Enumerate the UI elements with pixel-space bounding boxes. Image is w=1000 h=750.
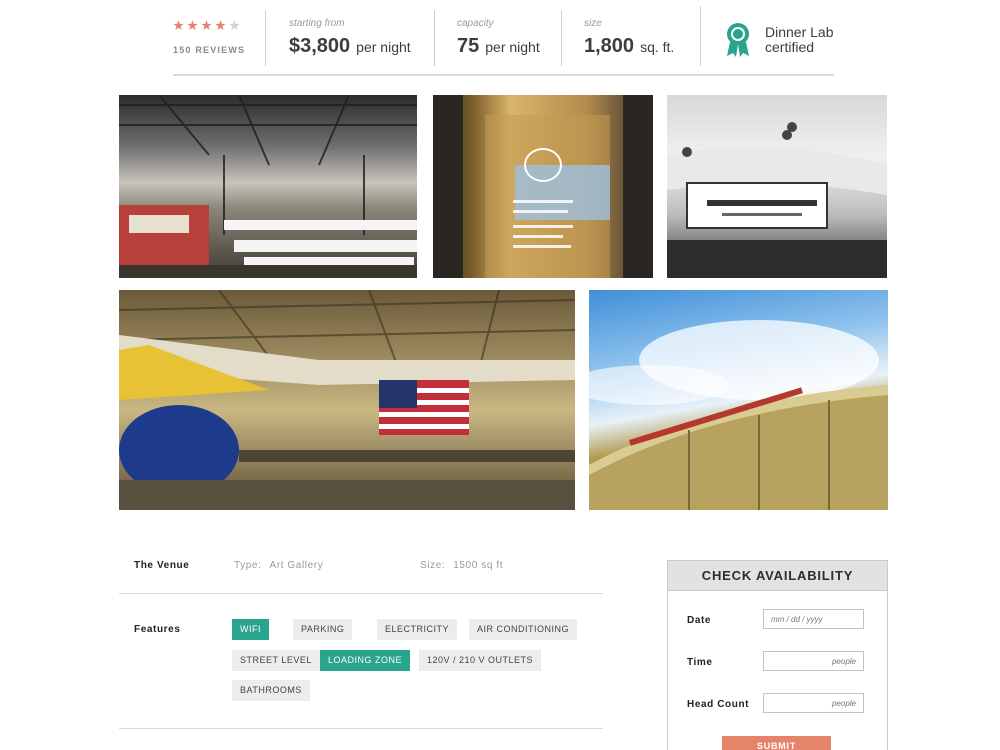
head-count-label: Head Count — [687, 699, 750, 710]
price-unit: per night — [356, 39, 411, 55]
star-empty-icon — [229, 20, 240, 31]
cert-line-2: certified — [765, 39, 815, 55]
time-label: Time — [687, 657, 713, 668]
venue-summary: The Venue Type: Art Gallery Size: 1500 sq … — [119, 548, 603, 594]
features-section: Features WIFI PARKING ELECTRICITY AIR CO… — [119, 595, 603, 729]
capacity-stat-label: capacity — [457, 18, 494, 29]
feature-tag-parking[interactable]: PARKING — [293, 619, 353, 640]
award-ribbon-icon — [725, 22, 751, 58]
feature-tag-electricity[interactable]: ELECTRICITY — [377, 619, 458, 640]
submit-button[interactable]: SUBMIT — [722, 736, 831, 750]
divider — [561, 10, 562, 66]
size-stat: size 1,800 sq. ft. — [584, 18, 674, 58]
capacity-stat: capacity 75 per night — [457, 18, 540, 58]
time-field[interactable] — [763, 651, 864, 671]
divider — [700, 6, 701, 66]
hangar-aircraft-flag-photo[interactable] — [119, 290, 575, 510]
venue-title: The Venue — [134, 560, 190, 571]
date-label: Date — [687, 615, 712, 626]
date-field[interactable] — [763, 609, 864, 629]
venue-type-value: Art Gallery — [269, 560, 324, 571]
star-icon — [187, 20, 198, 31]
feature-tag-street-level[interactable]: STREET LEVEL — [232, 650, 320, 671]
price-value: $3,800 — [289, 35, 351, 57]
head-count-field[interactable] — [763, 693, 864, 713]
feature-tag-loading-zone[interactable]: LOADING ZONE — [320, 650, 411, 671]
star-icon — [201, 20, 212, 31]
check-availability-title: CHECK AVAILABILITY — [668, 561, 887, 591]
reviews-link[interactable]: 150 REVIEWS — [173, 45, 265, 55]
star-rating — [173, 20, 265, 31]
hangar-dinner-setup-photo[interactable] — [119, 95, 417, 278]
airline-history-museum-sign-photo[interactable] — [667, 95, 887, 278]
divider — [434, 10, 435, 66]
feature-tag-wifi[interactable]: WIFI — [232, 619, 269, 640]
size-unit: sq. ft. — [640, 39, 675, 55]
features-title: Features — [134, 624, 181, 635]
venue-size-value: 1500 sq ft — [453, 560, 504, 571]
rating: 150 REVIEWS — [173, 20, 265, 55]
capacity-unit: per night — [485, 39, 540, 55]
venue-stats-bar: 150 REVIEWS starting from $3,800 per nigh… — [173, 6, 834, 76]
capacity-value: 75 — [457, 35, 480, 57]
size-stat-label: size — [584, 18, 602, 29]
divider — [265, 10, 266, 66]
museum-entrance-door-photo[interactable] — [433, 95, 653, 278]
venue-type-label: Type: — [234, 560, 262, 571]
feature-tag-outlets[interactable]: 120V / 210 V OUTLETS — [419, 650, 542, 671]
cert-line-1: Dinner Lab — [765, 24, 834, 40]
size-value: 1,800 — [584, 35, 635, 57]
star-icon — [173, 20, 184, 31]
check-availability-panel: CHECK AVAILABILITY Date Time Head Count — [667, 560, 888, 750]
museum-exterior-photo[interactable] — [589, 290, 888, 510]
dinner-lab-certification: Dinner Lab certified — [725, 22, 834, 58]
star-icon — [215, 20, 226, 31]
venue-size: Size: 1500 sq ft — [420, 560, 503, 571]
venue-size-label: Size: — [420, 560, 446, 571]
price-stat-label: starting from — [289, 18, 345, 29]
venue-type: Type: Art Gallery — [234, 560, 323, 571]
feature-tag-air-conditioning[interactable]: AIR CONDITIONING — [469, 619, 578, 640]
price-stat: starting from $3,800 per night — [289, 18, 411, 58]
feature-tag-bathrooms[interactable]: BATHROOMS — [232, 680, 310, 701]
